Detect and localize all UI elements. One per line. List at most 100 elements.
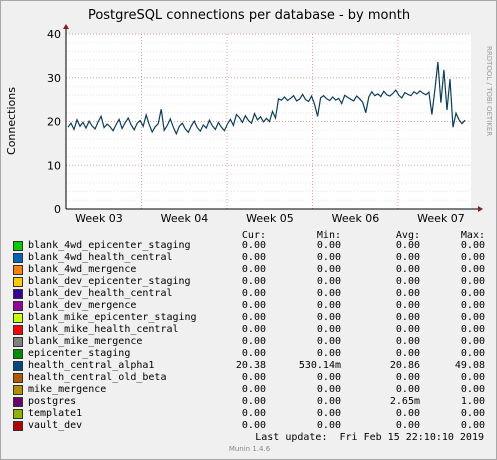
legend-swatch xyxy=(13,289,23,299)
legend-swatch xyxy=(13,337,23,347)
legend-max-value: 0.00 xyxy=(460,336,485,347)
legend-min-value: 0.00 xyxy=(316,408,341,419)
legend-cur-value: 0.00 xyxy=(241,420,266,431)
legend-series-name: blank_mike_health_central xyxy=(28,324,179,335)
legend-cur-value: 0.00 xyxy=(241,384,266,395)
legend-max-value: 0.00 xyxy=(460,252,485,263)
legend-max-value: 0.00 xyxy=(460,312,485,323)
y-axis-arrow xyxy=(63,24,69,29)
legend-series-name: blank_4wd_epicenter_staging xyxy=(28,240,191,251)
legend-max-value: 0.00 xyxy=(460,324,485,335)
legend-min-value: 0.00 xyxy=(316,288,341,299)
legend-cur-value: 0.00 xyxy=(241,348,266,359)
x-tick-label: Week 06 xyxy=(332,212,380,225)
legend-max-value: 0.00 xyxy=(460,384,485,395)
y-tick-label: 0 xyxy=(54,203,61,216)
y-tick-label: 40 xyxy=(47,28,61,41)
legend-max-value: 0.00 xyxy=(460,408,485,419)
legend-max-value: 1.00 xyxy=(460,396,485,407)
legend-min-value: 0.00 xyxy=(316,372,341,383)
legend-swatch xyxy=(13,361,23,371)
legend-max-value: 0.00 xyxy=(460,348,485,359)
legend-cur-value: 0.00 xyxy=(241,288,266,299)
legend-swatch xyxy=(13,421,23,431)
legend-min-value: 0.00 xyxy=(316,420,341,431)
legend-series-name: blank_dev_mergence xyxy=(28,300,137,311)
legend-max-value: 0.00 xyxy=(460,276,485,287)
x-tick-label: Week 05 xyxy=(246,212,294,225)
legend-min-value: 530.14m xyxy=(298,360,341,371)
legend-cur-value: 0.00 xyxy=(241,372,266,383)
legend-cur-value: 0.00 xyxy=(241,240,266,251)
legend-series-name: blank_4wd_mergence xyxy=(28,264,137,275)
legend-swatch xyxy=(13,313,23,323)
legend-max-value: 0.00 xyxy=(460,372,485,383)
legend-series-name: vault_dev xyxy=(28,420,83,431)
legend-min-value: 0.00 xyxy=(316,264,341,275)
legend-series-name: epicenter_staging xyxy=(28,348,131,359)
legend-swatch xyxy=(13,241,23,251)
legend-cur-value: 0.00 xyxy=(241,408,266,419)
legend-swatch xyxy=(13,349,23,359)
legend-cur-value: 0.00 xyxy=(241,324,266,335)
legend-series-name: postgres xyxy=(28,396,77,407)
legend-swatch xyxy=(13,373,23,383)
y-tick-label: 30 xyxy=(47,72,61,85)
legend-max-value: 0.00 xyxy=(460,300,485,311)
legend-max-value: 49.08 xyxy=(454,360,485,371)
legend-swatch xyxy=(13,301,23,311)
legend-series-name: health_central_old_beta xyxy=(28,372,167,383)
x-tick-label: Week 07 xyxy=(417,212,465,225)
legend-series-name: blank_4wd_health_central xyxy=(28,252,173,263)
legend-series-name: blank_dev_epicenter_staging xyxy=(28,276,191,287)
legend-min-value: 0.00 xyxy=(316,348,341,359)
legend-cur-value: 0.00 xyxy=(241,264,266,275)
legend-swatch xyxy=(13,397,23,407)
legend-min-value: 0.00 xyxy=(316,300,341,311)
x-tick-label: Week 03 xyxy=(75,212,123,225)
legend-series-name: blank_mike_epicenter_staging xyxy=(28,312,197,323)
legend-cur-value: 0.00 xyxy=(241,252,266,263)
munin-version: Munin 1.4.6 xyxy=(228,445,271,453)
legend-min-value: 0.00 xyxy=(316,384,341,395)
legend-min-value: 0.00 xyxy=(316,276,341,287)
legend-swatch xyxy=(13,277,23,287)
legend-cur-value: 0.00 xyxy=(241,396,266,407)
legend-max-value: 0.00 xyxy=(460,420,485,431)
legend-min-value: 0.00 xyxy=(316,324,341,335)
legend-cur-value: 0.00 xyxy=(241,312,266,323)
legend-swatch xyxy=(13,409,23,419)
legend-min-value: 0.00 xyxy=(316,312,341,323)
graph-frame: PostgreSQL connections per database - by… xyxy=(0,0,497,460)
legend-min-value: 0.00 xyxy=(316,336,341,347)
legend-max-value: 0.00 xyxy=(460,264,485,275)
legend-series-name: template1 xyxy=(28,408,83,419)
legend-min-value: 0.00 xyxy=(316,396,341,407)
last-update: Last update: Fri Feb 15 22:10:10 2019 xyxy=(255,432,484,443)
rrdtool-credit: RRDTOOL / TOBI OETIKER xyxy=(485,46,493,136)
legend-series-name: health_central_alpha1 xyxy=(28,360,155,371)
legend-cur-value: 20.38 xyxy=(235,360,266,371)
chart-title: PostgreSQL connections per database - by… xyxy=(88,8,410,23)
legend-min-value: 0.00 xyxy=(316,240,341,251)
legend-cur-value: 0.00 xyxy=(241,336,266,347)
y-tick-label: 20 xyxy=(47,116,61,129)
legend-max-value: 0.00 xyxy=(460,240,485,251)
y-axis-label: Connections xyxy=(5,87,18,155)
chart: PostgreSQL connections per database - by… xyxy=(5,8,493,225)
legend-swatch xyxy=(13,325,23,335)
x-axis-arrow xyxy=(478,206,483,212)
plot-area: 0 10 20 30 40 Week 03 Week 04 Week 05 Week 06 Wee… xyxy=(47,24,483,225)
legend-cur-value: 0.00 xyxy=(241,300,266,311)
legend-cur-value: 0.00 xyxy=(241,276,266,287)
x-tick-label: Week 04 xyxy=(161,212,209,225)
legend-min-value: 0.00 xyxy=(316,252,341,263)
y-tick-label: 10 xyxy=(47,159,61,172)
legend-swatch xyxy=(13,385,23,395)
legend-series-name: mike_mergence xyxy=(28,384,107,395)
legend-max-value: 0.00 xyxy=(460,288,485,299)
legend-swatch xyxy=(13,253,23,263)
legend-series-name: blank_dev_health_central xyxy=(28,288,173,299)
legend-series-name: blank_mike_mergence xyxy=(28,336,143,347)
legend-swatch xyxy=(13,265,23,275)
